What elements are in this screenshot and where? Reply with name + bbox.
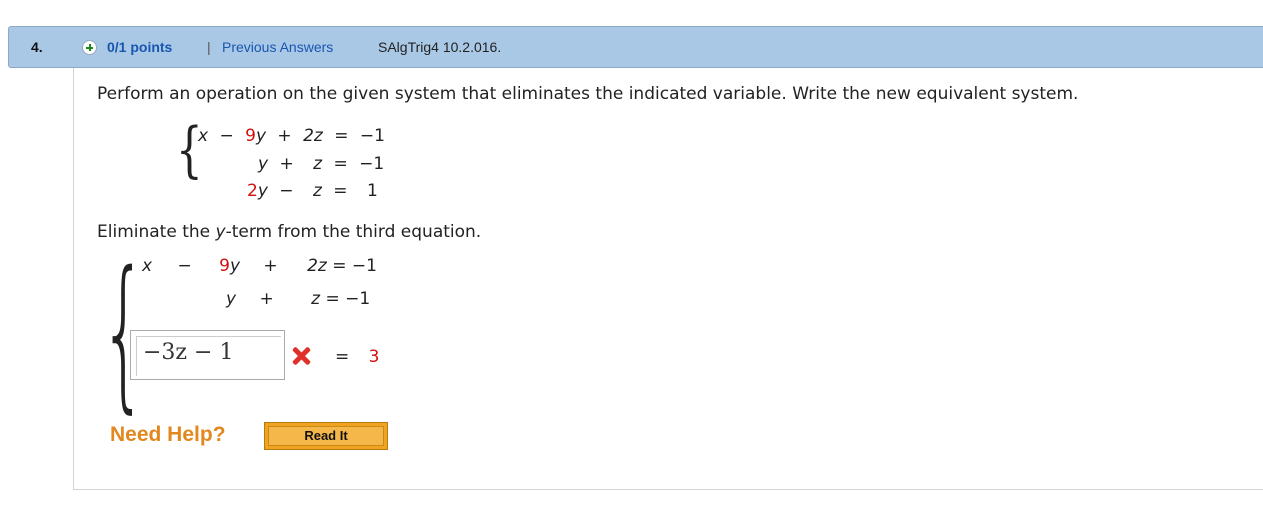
header-separator: |	[207, 39, 211, 55]
need-help-label: Need Help?	[110, 423, 226, 446]
answer-value: −3z − 1	[143, 340, 234, 365]
question-prompt: Perform an operation on the given system…	[97, 84, 1079, 104]
question-code: SAlgTrig4 10.2.016.	[378, 39, 502, 55]
question-header: 4. 0/1 points | Previous Answers SAlgTri…	[8, 26, 1263, 68]
read-it-label: Read It	[268, 426, 384, 446]
new-system-eq1: x − 9y + 2z = −1	[142, 256, 377, 276]
points-label: 0/1 points	[107, 39, 173, 55]
system-eq1: x − 9y + 2z = −1	[198, 126, 385, 146]
answer-input[interactable]: −3z − 1	[130, 330, 285, 380]
new-system-eq3-rhs: = 3	[335, 347, 380, 367]
question-number: 4.	[31, 39, 43, 55]
system-eq2: y + z = −1	[258, 154, 385, 174]
instruction-text: Eliminate the y-term from the third equa…	[97, 222, 482, 242]
previous-answers-link[interactable]: Previous Answers	[222, 39, 333, 55]
incorrect-x-icon	[291, 346, 311, 366]
new-system-eq2: y + z = −1	[226, 289, 371, 309]
system-eq3: 2y − z = 1	[247, 181, 378, 201]
read-it-button[interactable]: Read It	[264, 422, 388, 450]
plus-icon[interactable]	[82, 40, 97, 55]
